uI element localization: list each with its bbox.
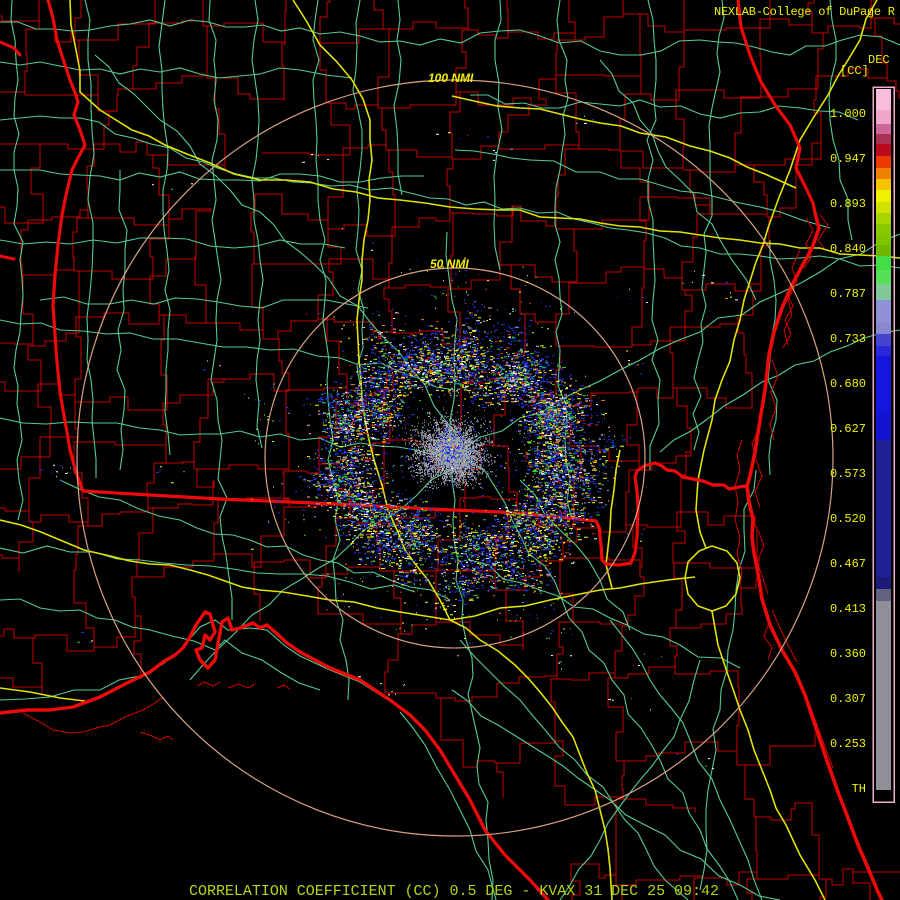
svg-text:0.627: 0.627 (830, 422, 866, 436)
svg-text:TH: TH (852, 782, 866, 796)
svg-text:0.787: 0.787 (830, 287, 866, 301)
svg-text:0.733: 0.733 (830, 332, 866, 346)
svg-text:0.253: 0.253 (830, 737, 866, 751)
svg-text:0.520: 0.520 (830, 512, 866, 526)
svg-text:0.893: 0.893 (830, 197, 866, 211)
svg-text:0.307: 0.307 (830, 692, 866, 706)
svg-text:50 NMI: 50 NMI (430, 257, 469, 271)
svg-text:NEXLAB-College of DuPage R: NEXLAB-College of DuPage R (714, 5, 895, 19)
svg-text:0.467: 0.467 (830, 557, 866, 571)
svg-text:0.360: 0.360 (830, 647, 866, 661)
svg-text:0.840: 0.840 (830, 242, 866, 256)
svg-text:CORRELATION COEFFICIENT (CC) 0: CORRELATION COEFFICIENT (CC) 0.5 DEG - K… (189, 883, 719, 900)
svg-text:0.413: 0.413 (830, 602, 866, 616)
svg-text:0.947: 0.947 (830, 152, 866, 166)
svg-text:[CC]: [CC] (840, 64, 869, 78)
svg-text:DEC: DEC (868, 53, 890, 67)
svg-text:0.680: 0.680 (830, 377, 866, 391)
svg-text:1.000: 1.000 (830, 107, 866, 121)
svg-text:100 NMI: 100 NMI (428, 71, 474, 85)
svg-text:0.573: 0.573 (830, 467, 866, 481)
